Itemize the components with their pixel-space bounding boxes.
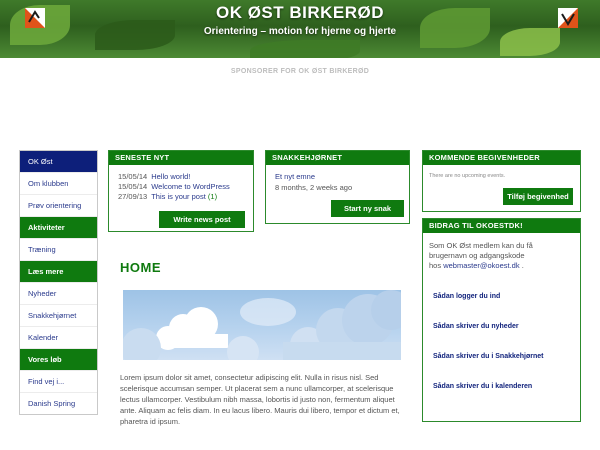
events-widget-heading: KOMMENDE BEGIVENHEDER: [423, 151, 580, 165]
sidebar-nav: OK Øst Om klubben Prøv orientering Aktiv…: [19, 150, 98, 415]
bidrag-intro: Som OK Øst medlem kan du få brugernavn o…: [429, 241, 574, 271]
bidrag-intro-suffix: .: [521, 261, 524, 270]
nav-item-danish-spring[interactable]: Danish Spring: [20, 392, 97, 414]
nav-item-proev-orientering[interactable]: Prøv orientering: [20, 194, 97, 216]
header-foliage: [250, 40, 360, 58]
hero-image: [123, 290, 401, 360]
news-item: 27/09/13 This is your post (1): [118, 192, 253, 202]
nav-item-ok-oest[interactable]: OK Øst: [20, 151, 97, 172]
site-title[interactable]: OK ØST BIRKERØD: [0, 3, 600, 23]
guide-link-news[interactable]: Sådan skriver du nyheder: [433, 323, 519, 330]
news-widget-heading: SENESTE NYT: [109, 151, 253, 165]
guide-link-login[interactable]: Sådan logger du ind: [433, 293, 500, 300]
news-title-link[interactable]: Hello world!: [151, 172, 190, 181]
guide-link-snak[interactable]: Sådan skriver du i Snakkehjørnet: [433, 353, 544, 360]
news-item: 15/05/14 Hello world!: [118, 172, 253, 182]
events-widget: KOMMENDE BEGIVENHEDER There are no upcom…: [422, 150, 581, 212]
snak-topic-link[interactable]: Et nyt emne: [275, 172, 409, 181]
cloud-illustration: [123, 290, 401, 360]
nav-item-traening[interactable]: Træning: [20, 238, 97, 260]
bidrag-widget: BIDRAG TIL OKOESTDK! Som OK Øst medlem k…: [422, 218, 581, 422]
bidrag-intro-prefix: hos: [429, 261, 442, 270]
news-date: 15/05/14: [118, 182, 148, 191]
bidrag-intro-line: Som OK Øst medlem kan du få: [429, 241, 533, 250]
sponsor-heading: SPONSORER FOR OK ØST BIRKERØD: [230, 68, 370, 75]
nav-item-om-klubben[interactable]: Om klubben: [20, 172, 97, 194]
nav-item-kalender[interactable]: Kalender: [20, 326, 97, 348]
site-tagline: Orientering – motion for hjerne og hjert…: [203, 26, 397, 37]
site-header: OK ØST BIRKERØD Orientering – motion for…: [0, 0, 600, 58]
bidrag-intro-line: hos webmaster@okoest.dk .: [429, 261, 574, 271]
snak-widget: SNAKKEHJØRNET Et nyt emne 8 months, 2 we…: [265, 150, 410, 224]
nav-item-find-vej[interactable]: Find vej i...: [20, 370, 97, 392]
events-empty-text: There are no upcoming events.: [429, 173, 506, 179]
news-title-link[interactable]: Welcome to WordPress: [151, 182, 230, 191]
news-date: 27/09/13: [118, 192, 148, 201]
nav-item-snakkehjoernet[interactable]: Snakkehjørnet: [20, 304, 97, 326]
news-item: 15/05/14 Welcome to WordPress: [118, 182, 253, 192]
guide-link-calendar[interactable]: Sådan skriver du i kalenderen: [433, 383, 532, 390]
email-link[interactable]: webmaster@okoest.dk: [443, 261, 519, 270]
nav-section-vores-loeb[interactable]: Vores løb: [20, 348, 97, 370]
snak-widget-heading: SNAKKEHJØRNET: [266, 151, 409, 165]
snak-timestamp: 8 months, 2 weeks ago: [275, 183, 353, 192]
start-snak-button[interactable]: Start ny snak: [331, 200, 404, 217]
news-title-link[interactable]: This is your post: [151, 192, 206, 201]
nav-section-aktiviteter[interactable]: Aktiviteter: [20, 216, 97, 238]
bidrag-widget-heading: BIDRAG TIL OKOESTDK!: [423, 219, 580, 233]
write-news-button[interactable]: Write news post: [159, 211, 245, 228]
news-widget: SENESTE NYT 15/05/14 Hello world! 15/05/1…: [108, 150, 254, 232]
nav-section-laes-mere[interactable]: Læs mere: [20, 260, 97, 282]
bidrag-intro-line: brugernavn og adgangskode: [429, 251, 525, 260]
nav-item-nyheder[interactable]: Nyheder: [20, 282, 97, 304]
main-body-text: Lorem ipsum dolor sit amet, consectetur …: [120, 373, 400, 426]
comment-count[interactable]: (1): [208, 192, 217, 201]
add-event-button[interactable]: Tilføj begivenhed: [503, 188, 573, 205]
news-date: 15/05/14: [118, 172, 148, 181]
page-title: HOME: [120, 260, 161, 275]
